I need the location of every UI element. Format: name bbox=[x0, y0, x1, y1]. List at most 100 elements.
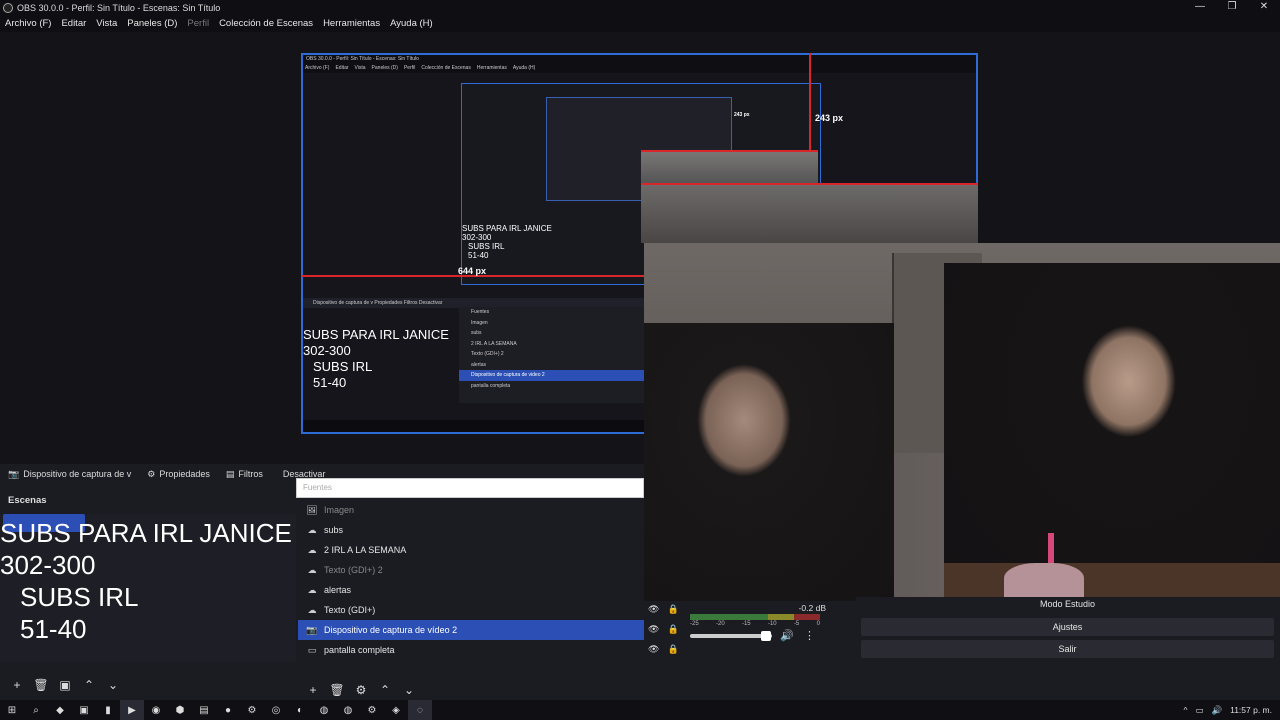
nested-menu-item: Paneles (D) bbox=[371, 65, 398, 71]
lock-icon[interactable]: 🔒 bbox=[667, 624, 678, 635]
source-row[interactable]: ☁ subs bbox=[298, 520, 644, 540]
browser-icon[interactable]: ● bbox=[216, 700, 240, 720]
source-row[interactable]: ☁ Texto (GDI+) bbox=[298, 600, 644, 620]
remove-scene-button[interactable]: 🗑 bbox=[32, 678, 50, 692]
monitor-icon: ▭ bbox=[307, 644, 317, 655]
move-source-up-button[interactable]: ⌃ bbox=[376, 683, 394, 697]
nested-source-item: Fuentes bbox=[471, 309, 490, 315]
video-capture-source[interactable] bbox=[644, 243, 1280, 601]
source-row[interactable]: ☁ Texto (GDI+) 2 bbox=[298, 560, 644, 580]
search-icon[interactable]: ⌕ bbox=[24, 700, 48, 720]
source-row-selected[interactable]: 📷 Dispositivo de captura de vídeo 2 bbox=[298, 620, 644, 640]
webcam-preview-echo bbox=[641, 183, 978, 243]
window-title: OBS 30.0.0 - Perfil: Sin Título - Escena… bbox=[17, 2, 221, 13]
lock-icon[interactable]: 🔒 bbox=[667, 604, 678, 615]
menu-archivo[interactable]: Archivo (F) bbox=[5, 18, 51, 29]
controls-dock: Modo Estudio Ajustes Salir bbox=[856, 597, 1280, 700]
properties-button[interactable]: ⚙ Propiedades bbox=[139, 464, 218, 484]
menu-vista[interactable]: Vista bbox=[96, 18, 117, 29]
app-icon[interactable]: ◎ bbox=[264, 700, 288, 720]
eye-icon[interactable]: 👁 bbox=[648, 644, 659, 655]
menu-paneles[interactable]: Paneles (D) bbox=[127, 18, 177, 29]
volume-slider[interactable] bbox=[690, 634, 772, 638]
source-row[interactable]: ☁ alertas bbox=[298, 580, 644, 600]
studio-mode-button[interactable]: Modo Estudio bbox=[861, 595, 1274, 613]
eye-icon[interactable]: 👁 bbox=[648, 604, 659, 615]
chrome-icon[interactable]: ◉ bbox=[144, 700, 168, 720]
speaker-icon[interactable]: 🔊 bbox=[780, 629, 794, 642]
tray-chevron-icon[interactable]: ^ bbox=[1183, 705, 1187, 715]
more-options-icon[interactable]: ⋮ bbox=[804, 629, 815, 642]
volume-slider-handle[interactable] bbox=[761, 631, 771, 641]
nested-text-line: SUBS PARA IRL JANICE bbox=[303, 327, 449, 342]
menu-editar[interactable]: Editar bbox=[61, 18, 86, 29]
nested-menu-item: Perfil bbox=[403, 65, 416, 71]
app-icon[interactable]: ▣ bbox=[72, 700, 96, 720]
move-scene-down-button[interactable]: ⌄ bbox=[104, 678, 122, 692]
eye-icon[interactable]: 👁 bbox=[648, 624, 659, 635]
menu-herramientas[interactable]: Herramientas bbox=[323, 18, 380, 29]
exit-button[interactable]: Salir bbox=[861, 640, 1274, 658]
app-icon[interactable]: ▮ bbox=[96, 700, 120, 720]
app-icon[interactable]: ⚙ bbox=[240, 700, 264, 720]
maximize-button[interactable]: ❐ bbox=[1216, 0, 1248, 15]
steam-icon[interactable]: ◈ bbox=[384, 700, 408, 720]
menu-perfil: Perfil bbox=[187, 18, 210, 29]
tray-volume-icon[interactable]: 🔊 bbox=[1212, 705, 1223, 716]
sources-list: 🖼 Imagen ☁ subs ☁ 2 IRL A LA SEMANA ☁ Te… bbox=[298, 500, 644, 660]
nested-overlay-text: SUBS PARA IRL JANICE 302-300 SUBS IRL 51… bbox=[303, 327, 449, 391]
app-icon[interactable]: ◐ bbox=[288, 700, 312, 720]
move-source-down-button[interactable]: ⌄ bbox=[400, 683, 418, 697]
scenes-toolbar: + 🗑 ▣ ⌃ ⌄ bbox=[0, 675, 296, 695]
source-row[interactable]: ▭ pantalla completa bbox=[298, 640, 644, 660]
settings-icon[interactable]: ⚙ bbox=[360, 700, 384, 720]
menu-ayuda[interactable]: Ayuda (H) bbox=[390, 18, 433, 29]
nested-source-item: alertas bbox=[471, 361, 487, 368]
webcam-person-left bbox=[644, 323, 894, 601]
scene-filters-button[interactable]: ▣ bbox=[56, 678, 74, 692]
sources-filter-input[interactable]: Fuentes bbox=[296, 478, 644, 498]
subs-text-line: 302-300 bbox=[0, 550, 96, 580]
remove-source-button[interactable]: 🗑 bbox=[328, 683, 346, 697]
filters-button[interactable]: ▤ Filtros bbox=[218, 464, 271, 484]
discord-icon[interactable]: ◍ bbox=[312, 700, 336, 720]
audio-mixer: -0.2 dB -25 -20 -15 -10 -5 0 🔊 ⋮ bbox=[686, 601, 856, 700]
source-label: Dispositivo de captura de vídeo 2 bbox=[324, 625, 458, 635]
source-row[interactable]: 🖼 Imagen bbox=[298, 500, 644, 520]
scenes-header: Escenas bbox=[8, 495, 47, 506]
lock-icon[interactable]: 🔒 bbox=[667, 644, 678, 655]
folder-icon[interactable]: ▤ bbox=[192, 700, 216, 720]
nested-menu-item: Editar bbox=[335, 65, 349, 71]
tray-network-icon[interactable]: ▭ bbox=[1195, 705, 1203, 716]
volume-meter bbox=[690, 614, 820, 620]
source-row[interactable]: ☁ 2 IRL A LA SEMANA bbox=[298, 540, 644, 560]
obs-icon[interactable]: ◌ bbox=[408, 700, 432, 720]
clock[interactable]: 11:57 p. m. bbox=[1230, 705, 1272, 715]
add-scene-button[interactable]: + bbox=[8, 678, 26, 692]
nested-menu-item: Ayuda (H) bbox=[512, 65, 536, 71]
settings-button[interactable]: Ajustes bbox=[861, 618, 1274, 636]
source-label: Texto (GDI+) 2 bbox=[324, 565, 383, 575]
close-button[interactable]: ✕ bbox=[1248, 0, 1280, 15]
discord-icon[interactable]: ◍ bbox=[336, 700, 360, 720]
app-icon[interactable]: ⬢ bbox=[168, 700, 192, 720]
start-icon[interactable]: ⊞ bbox=[0, 700, 24, 720]
app-icon[interactable]: ◆ bbox=[48, 700, 72, 720]
meter-tick: -25 bbox=[690, 621, 699, 627]
minimize-button[interactable]: — bbox=[1184, 0, 1216, 15]
add-source-button[interactable]: + bbox=[304, 683, 322, 697]
nested-inner-text-line: SUBS PARA IRL JANICE bbox=[462, 224, 552, 233]
meter-tick: 0 bbox=[816, 621, 820, 627]
source-properties-button[interactable]: ⚙ bbox=[352, 683, 370, 697]
nested-px-label: 243 px bbox=[734, 112, 750, 118]
subs-text-line: SUBS IRL bbox=[20, 582, 139, 612]
source-visibility-controls: 👁 🔒 bbox=[648, 644, 679, 655]
obs-logo-icon bbox=[3, 2, 13, 13]
menu-coleccion-escenas[interactable]: Colección de Escenas bbox=[219, 18, 313, 29]
meter-tick: -5 bbox=[793, 621, 800, 627]
source-name-tab[interactable]: 📷 Dispositivo de captura de v bbox=[0, 464, 139, 484]
nested-inner-text-line: SUBS IRL bbox=[468, 242, 505, 251]
move-scene-up-button[interactable]: ⌃ bbox=[80, 678, 98, 692]
app-icon[interactable]: ▶ bbox=[120, 700, 144, 720]
menu-bar: Archivo (F) Editar Vista Paneles (D) Per… bbox=[0, 15, 1280, 32]
